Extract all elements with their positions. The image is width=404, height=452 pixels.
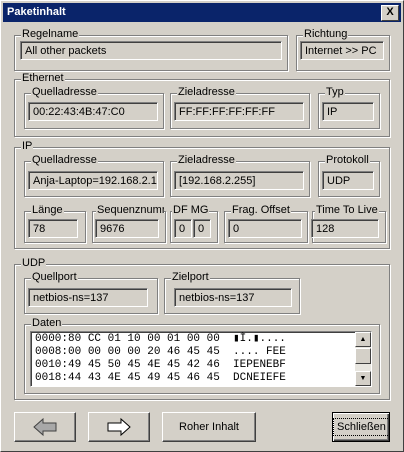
close-button-label: Schließen [333,418,390,436]
hex-offset: 0010: [35,359,69,371]
hex-row: 0008:00 00 00 00 20 46 45 45 .... FEE [35,346,286,359]
ip-df-field[interactable]: 0 [174,219,192,238]
daten-label: Daten [31,317,63,330]
arrow-right-icon [107,417,131,437]
udp-quellport-label: Quellport [31,271,78,284]
eth-quelladresse-label: Quelladresse [31,86,98,99]
hex-offset: 0018: [35,372,69,384]
back-button[interactable] [14,412,76,442]
scroll-down-icon[interactable]: ▼ [355,371,371,386]
ip-fragoffset-label: Frag. Offset [231,204,291,217]
udp-zielport-field[interactable]: netbios-ns=137 [174,288,292,307]
ip-sequenz-field[interactable]: 9676 [95,219,159,238]
eth-typ-label: Typ [325,86,345,99]
regelname-field[interactable]: All other packets [20,41,282,60]
ip-label: IP [21,140,34,153]
eth-typ-field[interactable]: IP [322,102,374,121]
ip-protokoll-field[interactable]: UDP [322,171,374,190]
udp-label: UDP [21,257,47,270]
ethernet-label: Ethernet [21,72,65,85]
ip-fragoffset-field[interactable]: 0 [228,219,302,238]
scroll-up-icon[interactable]: ▲ [355,332,371,347]
regelname-label: Regelname [21,28,80,41]
hex-offset: 0000: [35,333,69,345]
hex-bytes: 44 43 4E 45 49 45 46 45 [68,372,220,384]
forward-button[interactable] [88,412,150,442]
ip-sequenz-label: Sequenznummer [96,204,164,217]
udp-quellport-field[interactable]: netbios-ns=137 [28,288,148,307]
eth-zieladresse-field[interactable]: FF:FF:FF:FF:FF:FF [174,102,304,121]
scroll-thumb[interactable] [355,348,371,364]
ip-ttl-field[interactable]: 128 [311,219,379,238]
raw-content-button[interactable]: Roher Inhalt [162,412,256,442]
eth-quelladresse-field[interactable]: 00:22:43:4B:47:C0 [28,102,158,121]
richtung-label: Richtung [303,28,349,41]
richtung-field[interactable]: Internet >> PC [300,41,384,60]
ip-dfmg-label: DF MG [172,204,210,217]
hex-scrollbar[interactable]: ▲ ▼ [355,332,371,386]
ip-quelladresse-field[interactable]: Anja-Laptop=192.168.2.10 [28,171,158,190]
hex-ascii: DCNEIEFE [233,372,286,384]
ip-protokoll-label: Protokoll [325,154,370,167]
hex-ascii: .... FEE [233,346,286,358]
hex-dump-view[interactable]: 0000:80 CC 01 10 00 01 00 00 ▮Ì.▮.... 00… [30,331,372,387]
udp-zielport-label: Zielport [171,271,210,284]
hex-ascii: IEPENEBF [233,359,286,371]
hex-ascii: ▮Ì.▮.... [233,333,286,345]
hex-bytes: 49 45 50 45 4E 45 42 46 [68,359,220,371]
ip-laenge-label: Länge [31,204,64,217]
ip-zieladresse-field[interactable]: [192.168.2.255] [174,171,304,190]
ip-laenge-field[interactable]: 78 [28,219,78,238]
eth-zieladresse-label: Zieladresse [177,86,236,99]
ip-zieladresse-label: Zieladresse [177,154,236,167]
ip-ttl-label: Time To Live [315,204,379,217]
hex-row: 0000:80 CC 01 10 00 01 00 00 ▮Ì.▮.... [35,333,286,346]
window-title: Paketinhalt [7,6,66,18]
hex-offset: 0008: [35,346,69,358]
close-button[interactable]: Schließen [332,412,390,442]
hex-bytes: 80 CC 01 10 00 01 00 00 [68,333,220,345]
arrow-left-icon [33,417,57,437]
ip-mg-field[interactable]: 0 [193,219,211,238]
hex-bytes: 00 00 00 00 20 46 45 45 [68,346,220,358]
title-bar[interactable]: Paketinhalt X [3,3,401,22]
hex-row: 0018:44 43 4E 45 49 45 46 45 DCNEIEFE [35,372,286,385]
ip-quelladresse-label: Quelladresse [31,154,98,167]
close-icon[interactable]: X [381,5,399,21]
hex-row: 0010:49 45 50 45 4E 45 42 46 IEPENEBF [35,359,286,372]
